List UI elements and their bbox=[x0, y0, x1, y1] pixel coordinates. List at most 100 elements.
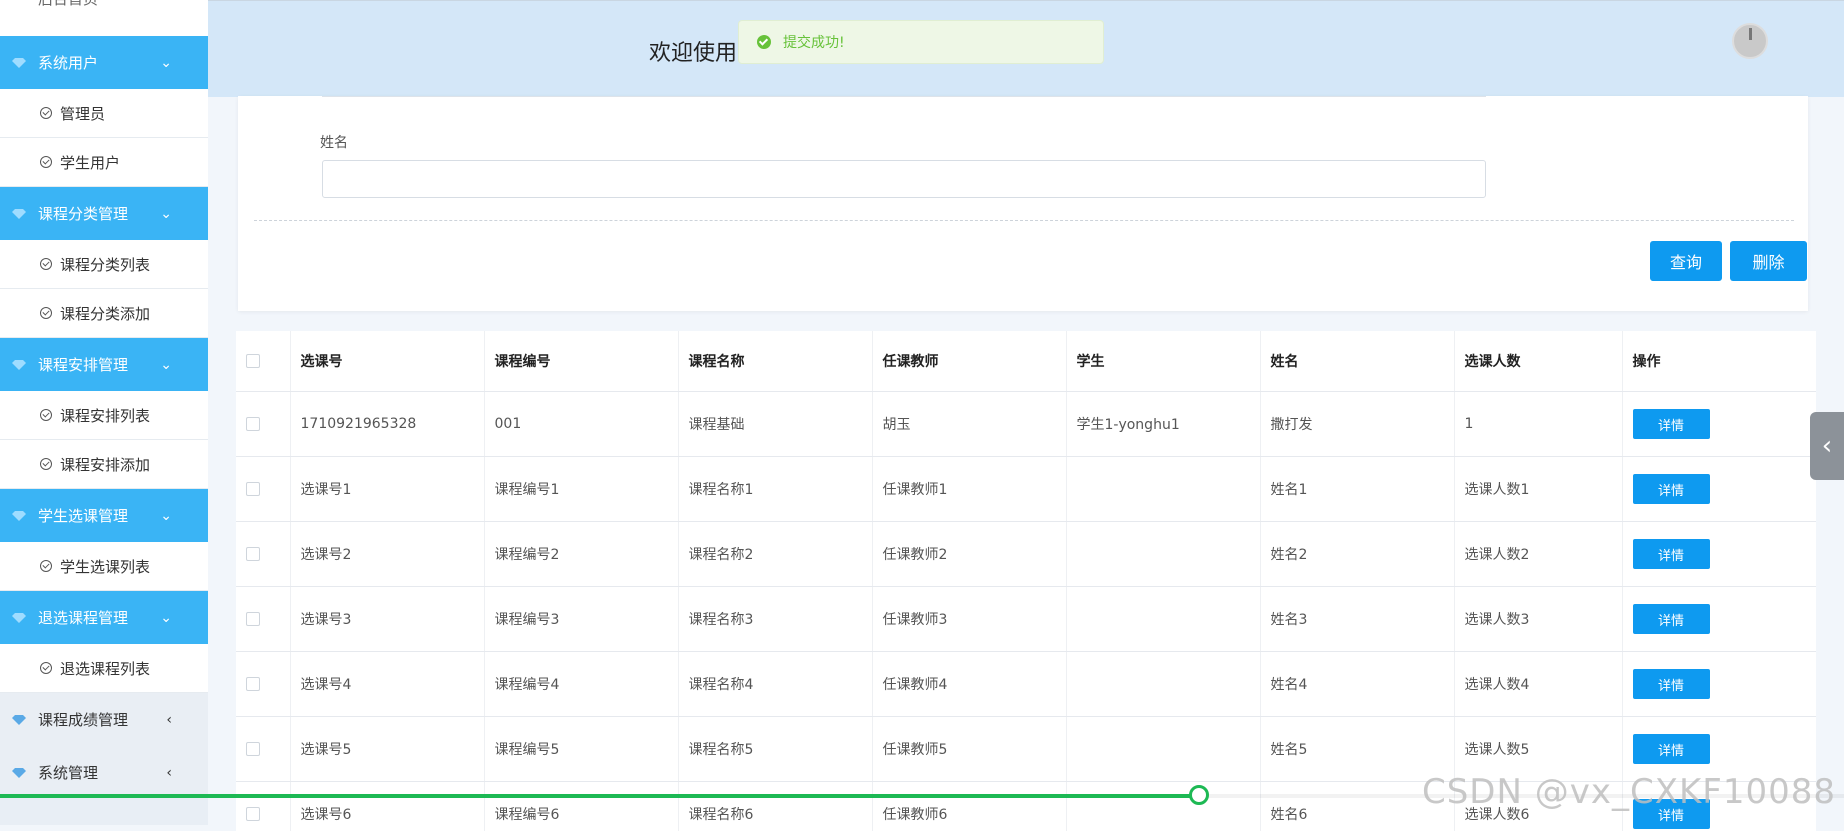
table-cell bbox=[1066, 587, 1260, 652]
chevron-left-icon: ‹ bbox=[166, 765, 172, 781]
detail-button[interactable]: 详情 bbox=[1633, 474, 1710, 504]
sidebar-group-course-schedule[interactable]: 课程安排管理 ⌄ bbox=[0, 338, 208, 391]
select-all-cell bbox=[236, 331, 290, 392]
actions-cell: 详情 bbox=[1622, 522, 1816, 587]
table-cell bbox=[1066, 457, 1260, 522]
table-cell: 胡玉 bbox=[872, 392, 1066, 457]
table-cell: 任课教师6 bbox=[872, 782, 1066, 831]
sidebar-group-grades[interactable]: 课程成绩管理 ‹ bbox=[0, 693, 208, 746]
column-header[interactable]: 学生 bbox=[1066, 331, 1260, 392]
row-select-cell bbox=[236, 587, 290, 652]
chevron-down-icon: ⌄ bbox=[160, 610, 172, 626]
sidebar-item-label: 后台首页 bbox=[38, 0, 98, 9]
sidebar-item-admin[interactable]: 管理员 bbox=[0, 89, 208, 138]
actions-cell: 详情 bbox=[1622, 587, 1816, 652]
sidebar-group-student-selection[interactable]: 学生选课管理 ⌄ bbox=[0, 489, 208, 542]
sidebar-item-home[interactable]: 后台首页 bbox=[0, 0, 208, 36]
row-checkbox[interactable] bbox=[246, 742, 260, 756]
table-cell: 课程名称6 bbox=[678, 782, 872, 831]
select-all-checkbox[interactable] bbox=[246, 354, 260, 368]
query-button[interactable]: 查询 bbox=[1650, 241, 1722, 281]
table-cell: 课程名称5 bbox=[678, 717, 872, 782]
actions-cell: 详情 bbox=[1622, 392, 1816, 457]
table-row[interactable]: 选课号1课程编号1课程名称1任课教师1姓名1选课人数1详情 bbox=[236, 457, 1816, 522]
detail-button[interactable]: 详情 bbox=[1633, 604, 1710, 634]
table-cell: 姓名3 bbox=[1260, 587, 1454, 652]
row-checkbox[interactable] bbox=[246, 807, 260, 821]
table-cell bbox=[1066, 782, 1260, 831]
table-cell: 姓名4 bbox=[1260, 652, 1454, 717]
table-cell: 1 bbox=[1454, 392, 1622, 457]
table-cell: 选课号3 bbox=[290, 587, 484, 652]
column-header[interactable]: 选课人数 bbox=[1454, 331, 1622, 392]
column-header[interactable]: 选课号 bbox=[290, 331, 484, 392]
row-checkbox[interactable] bbox=[246, 677, 260, 691]
row-select-cell bbox=[236, 457, 290, 522]
table-cell: 姓名1 bbox=[1260, 457, 1454, 522]
table-cell: 选课号5 bbox=[290, 717, 484, 782]
sidebar-group-label: 课程分类管理 bbox=[38, 203, 128, 224]
sidebar-group-withdraw[interactable]: 退选课程管理 ⌄ bbox=[0, 591, 208, 644]
delete-button[interactable]: 删除 bbox=[1730, 241, 1807, 281]
diamond-icon bbox=[12, 768, 26, 778]
table-cell: 选课号2 bbox=[290, 522, 484, 587]
table-cell: 1710921965328 bbox=[290, 392, 484, 457]
table-cell: 任课教师2 bbox=[872, 522, 1066, 587]
table-row[interactable]: 选课号4课程编号4课程名称4任课教师4姓名4选课人数4详情 bbox=[236, 652, 1816, 717]
table-cell: 课程编号3 bbox=[484, 587, 678, 652]
video-progress-handle[interactable] bbox=[1189, 785, 1209, 805]
sidebar-group-system-users[interactable]: 系统用户 ⌄ bbox=[0, 36, 208, 89]
table-cell: 选课人数1 bbox=[1454, 457, 1622, 522]
row-checkbox[interactable] bbox=[246, 417, 260, 431]
table-cell: 任课教师3 bbox=[872, 587, 1066, 652]
sidebar-item-selection-list[interactable]: 学生选课列表 bbox=[0, 542, 208, 591]
detail-button[interactable]: 详情 bbox=[1633, 669, 1710, 699]
table-cell: 选课号6 bbox=[290, 782, 484, 831]
row-checkbox[interactable] bbox=[246, 612, 260, 626]
row-select-cell bbox=[236, 522, 290, 587]
row-checkbox[interactable] bbox=[246, 547, 260, 561]
row-select-cell bbox=[236, 652, 290, 717]
detail-button[interactable]: 详情 bbox=[1633, 409, 1710, 439]
check-circle-icon bbox=[40, 307, 52, 319]
detail-button[interactable]: 详情 bbox=[1633, 539, 1710, 569]
search-panel: 姓名 查询 删除 bbox=[238, 96, 1808, 311]
sidebar-item-student-users[interactable]: 学生用户 bbox=[0, 138, 208, 187]
sidebar-item-category-add[interactable]: 课程分类添加 bbox=[0, 289, 208, 338]
table-cell: 选课号4 bbox=[290, 652, 484, 717]
table-cell: 任课教师1 bbox=[872, 457, 1066, 522]
table-row[interactable]: 选课号2课程编号2课程名称2任课教师2姓名2选课人数2详情 bbox=[236, 522, 1816, 587]
avatar[interactable] bbox=[1732, 23, 1768, 59]
sidebar-group-label: 系统管理 bbox=[38, 762, 98, 783]
table-cell: 课程名称3 bbox=[678, 587, 872, 652]
table-row[interactable]: 1710921965328001课程基础胡玉学生1-yonghu1撒打发1详情 bbox=[236, 392, 1816, 457]
sidebar-group-system[interactable]: 系统管理 ‹ bbox=[0, 746, 208, 799]
main-content: 姓名 查询 删除 选课号 课程编号 课程名称 任课教师 学生 姓名 选课人数 bbox=[218, 96, 1810, 825]
sidebar-item-category-list[interactable]: 课程分类列表 bbox=[0, 240, 208, 289]
table-row[interactable]: 选课号3课程编号3课程名称3任课教师3姓名3选课人数3详情 bbox=[236, 587, 1816, 652]
column-header[interactable]: 任课教师 bbox=[872, 331, 1066, 392]
sidebar-item-label: 课程分类添加 bbox=[60, 303, 150, 324]
column-header[interactable]: 课程名称 bbox=[678, 331, 872, 392]
check-circle-icon bbox=[40, 409, 52, 421]
table-cell: 撒打发 bbox=[1260, 392, 1454, 457]
sidebar-item-withdraw-list[interactable]: 退选课程列表 bbox=[0, 644, 208, 693]
collapse-panel-button[interactable]: ‹ bbox=[1810, 412, 1844, 480]
table-cell bbox=[1066, 652, 1260, 717]
detail-button[interactable]: 详情 bbox=[1633, 734, 1710, 764]
name-search-input[interactable] bbox=[322, 160, 1486, 198]
table-cell: 任课教师4 bbox=[872, 652, 1066, 717]
sidebar-item-schedule-list[interactable]: 课程安排列表 bbox=[0, 391, 208, 440]
table-cell: 课程编号6 bbox=[484, 782, 678, 831]
sidebar-group-course-category[interactable]: 课程分类管理 ⌄ bbox=[0, 187, 208, 240]
column-header[interactable]: 姓名 bbox=[1260, 331, 1454, 392]
table-cell: 选课人数2 bbox=[1454, 522, 1622, 587]
table-cell: 课程名称2 bbox=[678, 522, 872, 587]
chevron-down-icon: ⌄ bbox=[160, 508, 172, 524]
check-circle-icon bbox=[40, 458, 52, 470]
video-progress-fill bbox=[0, 794, 1199, 798]
toast-message: 提交成功! bbox=[783, 32, 845, 52]
sidebar-item-schedule-add[interactable]: 课程安排添加 bbox=[0, 440, 208, 489]
row-checkbox[interactable] bbox=[246, 482, 260, 496]
column-header[interactable]: 课程编号 bbox=[484, 331, 678, 392]
